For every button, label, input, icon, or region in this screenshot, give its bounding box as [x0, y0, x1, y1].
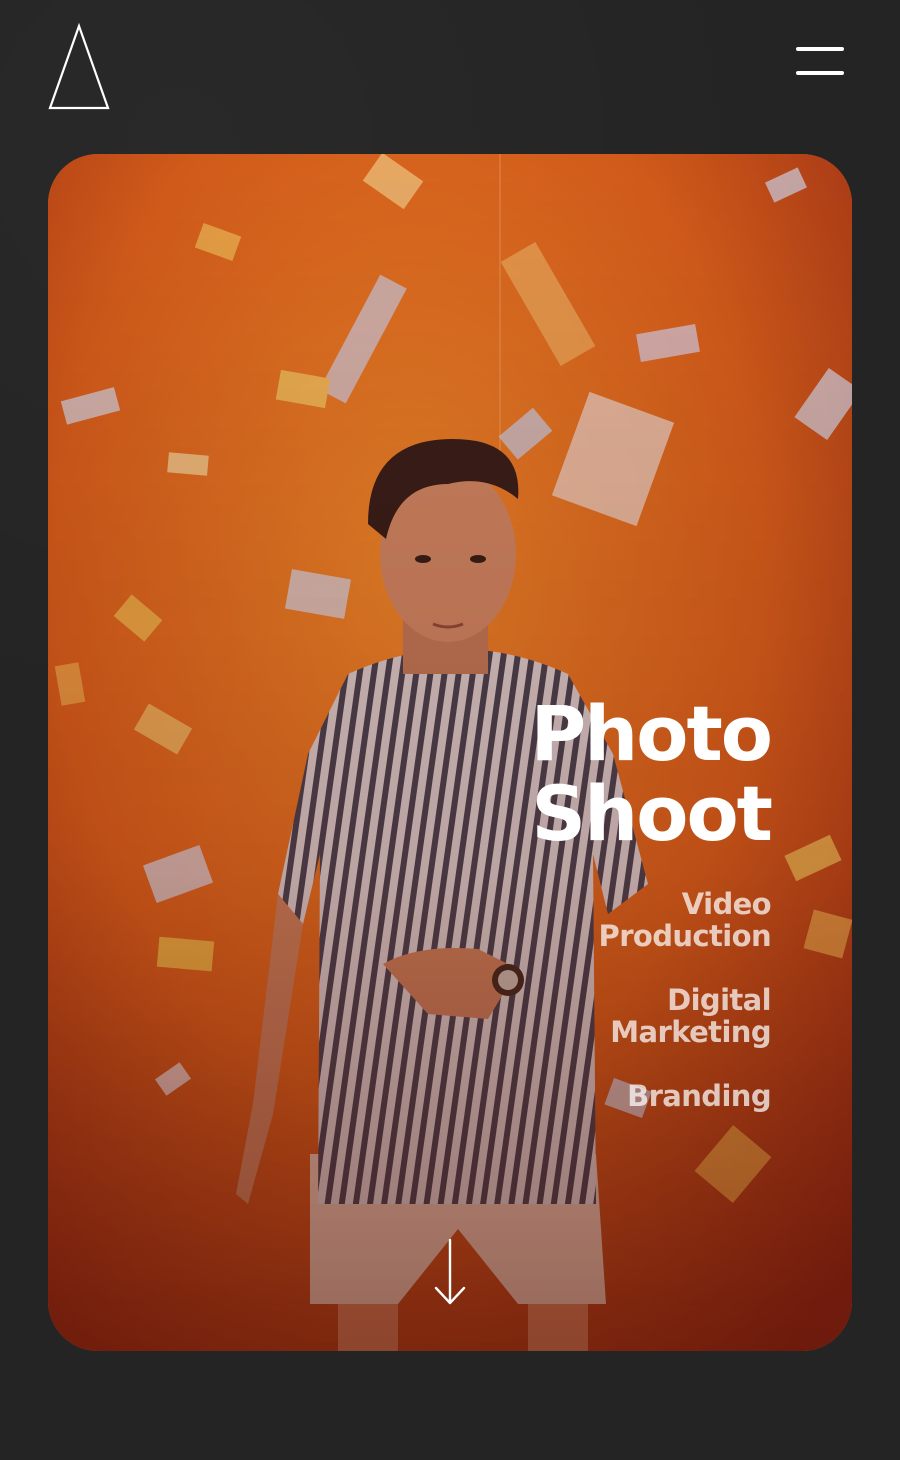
hero-headline: Photo Shoot	[530, 689, 773, 858]
service-link-digital-marketing[interactable]: Digital Marketing	[571, 984, 771, 1048]
logo-icon[interactable]	[46, 22, 112, 114]
service-link-branding[interactable]: Branding	[571, 1080, 772, 1112]
service-list: Video Production Digital Marketing Brand…	[491, 888, 772, 1112]
services-block: Photo Shoot Video Production Digital Mar…	[491, 689, 773, 1144]
hero-card: Photo Shoot Video Production Digital Mar…	[48, 154, 852, 1351]
service-link-video-production[interactable]: Video Production	[571, 888, 772, 952]
hamburger-menu-icon[interactable]	[794, 44, 846, 80]
arrow-down-icon[interactable]	[432, 1236, 468, 1308]
